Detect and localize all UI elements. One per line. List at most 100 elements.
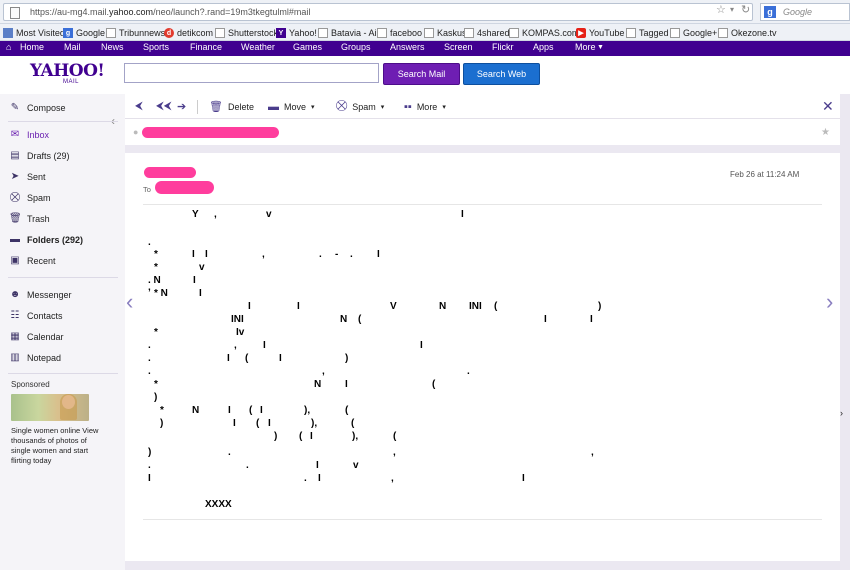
body-text-fragment: ( xyxy=(249,405,253,416)
nav-more[interactable]: More xyxy=(575,42,596,52)
home-icon[interactable]: ⌂ xyxy=(6,42,11,52)
page-icon xyxy=(318,27,328,38)
nav-games[interactable]: Games xyxy=(293,42,322,52)
divider xyxy=(143,204,822,205)
calendar-icon: ▦ xyxy=(10,330,20,342)
message-panel xyxy=(125,153,840,561)
dropdown-icon[interactable]: ▾ xyxy=(730,5,734,14)
bookmark-4shared[interactable]: 4shared xyxy=(464,26,510,39)
next-message-icon[interactable]: › xyxy=(826,291,833,313)
bookmark-youtube[interactable]: ▶ YouTube xyxy=(576,26,624,39)
search-mail-button[interactable]: Search Mail xyxy=(383,63,460,85)
nav-weather[interactable]: Weather xyxy=(241,42,275,52)
delete-button[interactable]: 🗑 Delete xyxy=(209,100,254,113)
yahoo-mail-logo[interactable]: YAHOO! xyxy=(30,61,105,81)
compose-button[interactable]: ✎ Compose xyxy=(9,101,66,114)
chevron-right-icon[interactable]: › xyxy=(840,408,843,418)
body-text-fragment: I xyxy=(279,353,282,364)
bookmark-shutterstock[interactable]: Shutterstock xyxy=(215,26,278,39)
browser-search-input[interactable]: g Google xyxy=(760,3,850,21)
reply-button[interactable]: ⮜ xyxy=(135,100,143,113)
nav-screen[interactable]: Screen xyxy=(444,42,473,52)
nav-groups[interactable]: Groups xyxy=(341,42,371,52)
chevron-down-icon: ▾ xyxy=(442,103,446,111)
bookmark-batavia[interactable]: Batavia - Air xyxy=(318,26,380,39)
bookmark-tribunnews[interactable]: Tribunnews xyxy=(106,26,165,39)
sidebar-item-calendar[interactable]: ▦ Calendar xyxy=(9,330,63,343)
chevron-down-icon: ▾ xyxy=(380,103,385,111)
search-web-button[interactable]: Search Web xyxy=(463,63,540,85)
body-text-fragment: I xyxy=(590,314,593,325)
nav-finance[interactable]: Finance xyxy=(190,42,222,52)
star-icon[interactable]: ★ xyxy=(821,127,830,138)
nav-news[interactable]: News xyxy=(101,42,124,52)
bookmark-yahoo[interactable]: Y Yahoo! xyxy=(276,26,317,39)
bookmark-facebook[interactable]: faceboo xyxy=(377,26,422,39)
sidebar-item-recent[interactable]: ▣ Recent xyxy=(9,254,56,267)
bookmark-label: Shutterstock xyxy=(228,27,279,38)
sent-icon: ➤ xyxy=(10,170,20,182)
nav-home[interactable]: Home xyxy=(20,42,44,52)
bookmark-tagged[interactable]: Tagged xyxy=(626,26,669,39)
body-text-fragment: , xyxy=(391,473,394,484)
reload-icon[interactable]: ↻ xyxy=(741,3,750,16)
forward-button[interactable]: ➔ xyxy=(177,100,186,113)
nav-sports[interactable]: Sports xyxy=(143,42,169,52)
sidebar-item-label: Folders (292) xyxy=(27,234,84,245)
body-text-fragment: XXXX xyxy=(205,499,232,510)
nav-mail[interactable]: Mail xyxy=(64,42,81,52)
sidebar-item-trash[interactable]: 🗑 Trash xyxy=(9,212,50,225)
bookmark-label: Batavia - Air xyxy=(331,27,380,38)
bookmark-detikcom[interactable]: d detikcom xyxy=(164,26,213,39)
body-text-fragment: * xyxy=(154,379,158,390)
bookmark-okezone[interactable]: Okezone.tv xyxy=(718,26,777,39)
nav-answers[interactable]: Answers xyxy=(390,42,425,52)
bookmark-label: Google xyxy=(76,27,106,38)
body-text-fragment: ) xyxy=(598,301,602,312)
previous-message-icon[interactable]: ‹ xyxy=(126,291,133,313)
ad-text[interactable]: Single women online View thousands of ph… xyxy=(11,426,101,466)
body-text-fragment: v xyxy=(266,209,272,220)
body-text-fragment: , xyxy=(262,249,265,260)
sidebar-item-sent[interactable]: ➤ Sent xyxy=(9,170,46,183)
message-date: Feb 26 at 11:24 AM xyxy=(730,170,800,179)
sidebar-item-notepad[interactable]: ▥ Notepad xyxy=(9,351,61,364)
sidebar-item-contacts[interactable]: ☷ Contacts xyxy=(9,309,63,322)
spam-button[interactable]: ⛒ Spam ▾ xyxy=(336,100,384,113)
close-icon[interactable]: ✕ xyxy=(822,99,834,113)
more-button[interactable]: ▪▪ More ▾ xyxy=(404,100,446,113)
page-icon xyxy=(626,27,636,38)
body-text-fragment: . xyxy=(148,237,151,248)
messenger-icon: ☻ xyxy=(9,288,21,300)
bookmark-label: Yahoo! xyxy=(289,27,317,38)
bookmark-most-visited[interactable]: Most Visited xyxy=(3,26,65,39)
body-text-fragment: . xyxy=(228,447,231,458)
sidebar-item-inbox[interactable]: ✉ Inbox xyxy=(9,128,49,141)
body-text-fragment: I xyxy=(248,301,251,312)
body-text-fragment: Iv xyxy=(236,327,245,338)
search-placeholder: Google xyxy=(783,7,813,17)
nav-apps[interactable]: Apps xyxy=(533,42,554,52)
nav-flickr[interactable]: Flickr xyxy=(492,42,514,52)
notepad-icon: ▥ xyxy=(10,351,20,363)
ad-image[interactable] xyxy=(11,394,89,421)
mail-search-input[interactable] xyxy=(124,63,379,83)
body-text-fragment: I xyxy=(377,249,380,260)
url-field[interactable]: https://au-mg4.mail.yahoo.com/neo/launch… xyxy=(3,3,753,21)
bookmark-kompas[interactable]: KOMPAS.com xyxy=(509,26,579,39)
bookmark-kaskus[interactable]: Kaskus xyxy=(424,26,467,39)
bookmark-star-icon[interactable]: ☆ xyxy=(716,3,726,16)
sidebar-item-folders[interactable]: ▬ Folders (292) xyxy=(9,233,83,246)
move-label: Move xyxy=(284,101,307,112)
reply-all-button[interactable]: ⮜⮜ xyxy=(156,100,172,113)
body-text-fragment: ( xyxy=(393,431,397,442)
bookmark-google[interactable]: g Google xyxy=(63,26,105,39)
sidebar-item-spam[interactable]: ⛒ Spam xyxy=(9,191,51,204)
page-icon xyxy=(670,27,680,38)
bookmark-google-plus[interactable]: Google+ xyxy=(670,26,717,39)
sidebar-item-drafts[interactable]: ▤ Drafts (29) xyxy=(9,149,69,162)
sidebar-item-messenger[interactable]: ☻ Messenger xyxy=(9,288,72,301)
sidebar-item-label: Recent xyxy=(27,255,56,266)
move-button[interactable]: ▬ Move ▾ xyxy=(268,100,315,113)
more-icon: ▪▪ xyxy=(404,100,412,113)
